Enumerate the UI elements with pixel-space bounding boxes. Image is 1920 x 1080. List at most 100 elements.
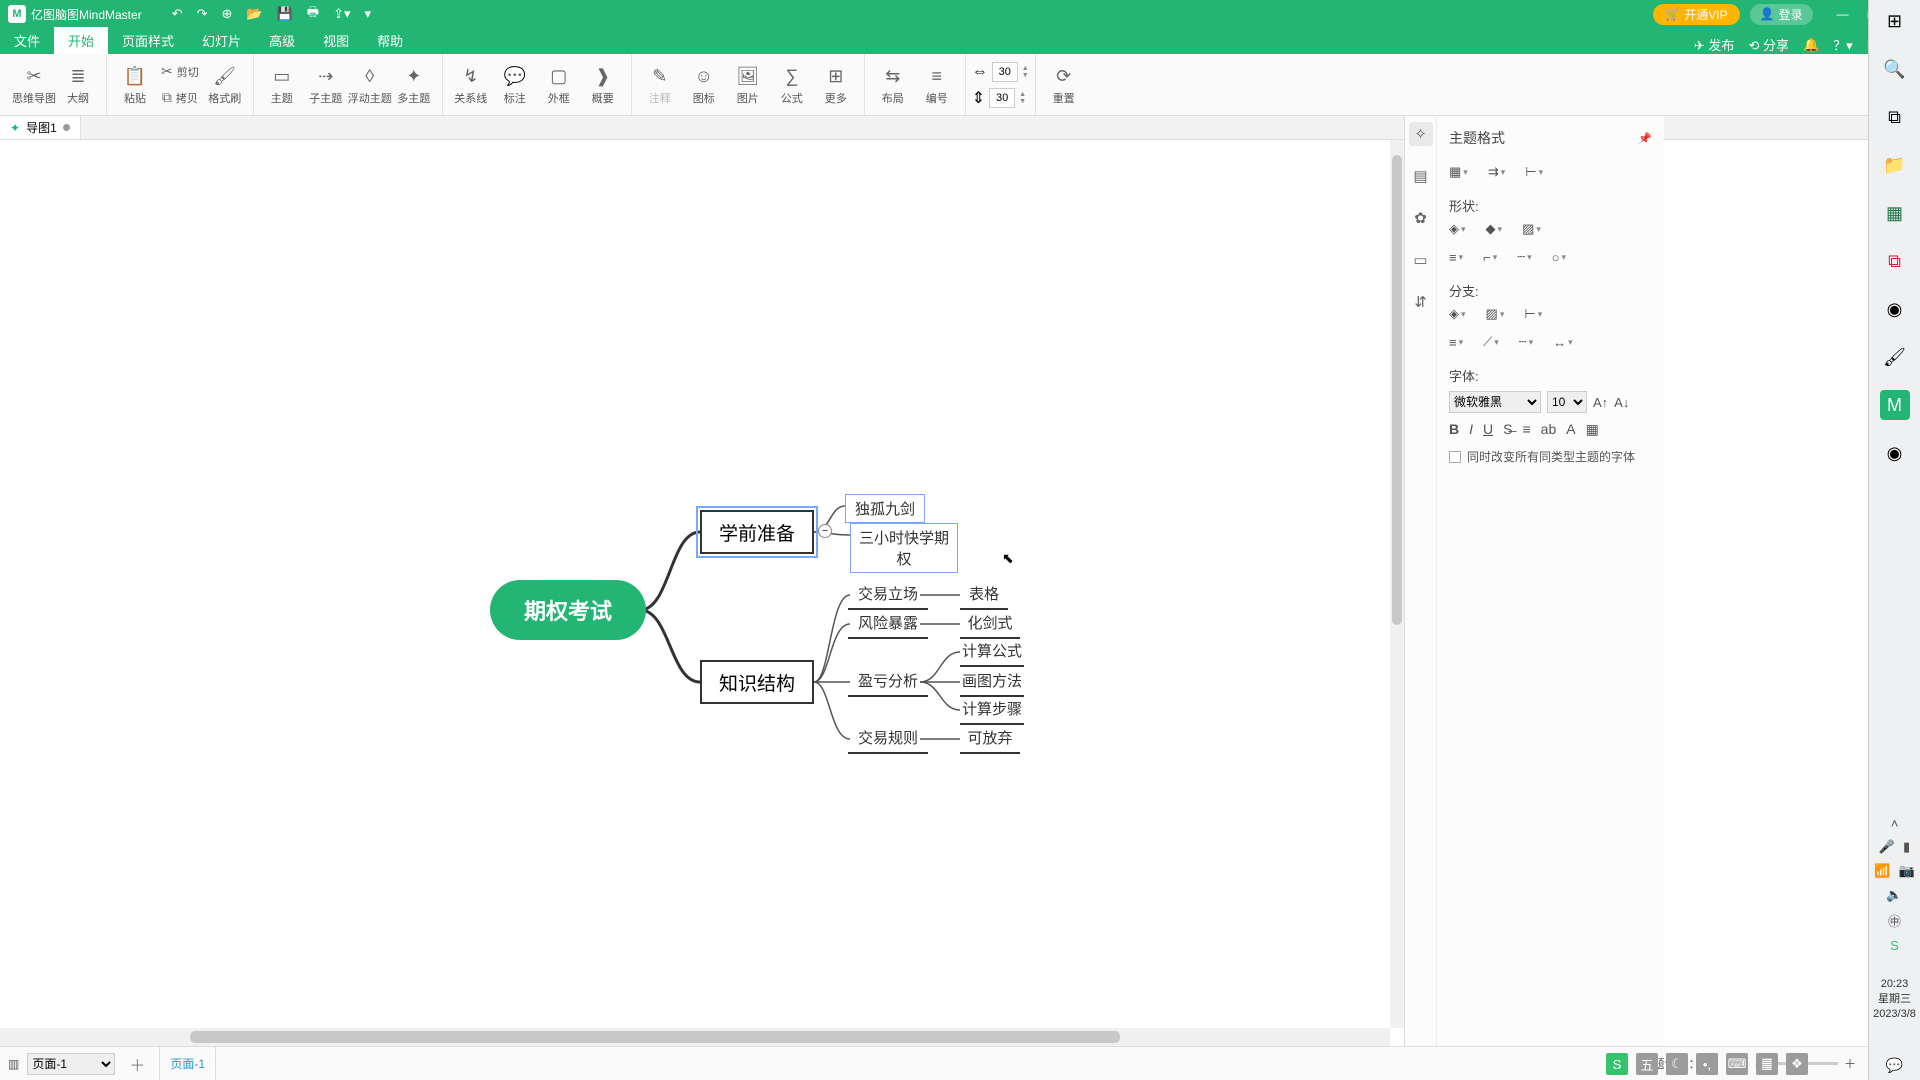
undo-icon[interactable]: ↶: [172, 6, 183, 22]
branch-weight-button[interactable]: ≡▾: [1449, 335, 1463, 350]
open-icon[interactable]: 📂: [246, 6, 262, 22]
font-more-button[interactable]: ▦: [1586, 421, 1599, 438]
cut-button[interactable]: ✂剪切: [157, 59, 203, 85]
node-huajian[interactable]: 化剑式: [960, 612, 1020, 639]
dist-button[interactable]: ⊢▾: [1525, 164, 1543, 180]
vtab-theme-icon[interactable]: ✿: [1409, 206, 1433, 230]
search-icon[interactable]: 🔍: [1880, 54, 1910, 84]
wifi-icon[interactable]: 📶: [1874, 863, 1890, 879]
node-rules[interactable]: 交易规则: [848, 727, 928, 754]
obs-icon[interactable]: ◉: [1880, 438, 1910, 468]
structure-button[interactable]: ⇉▾: [1488, 164, 1505, 180]
vtab-style-icon[interactable]: ✧: [1409, 122, 1433, 146]
branch-curve-button[interactable]: ⟋▾: [1483, 334, 1499, 350]
publish-button[interactable]: ✈ 发布: [1694, 35, 1735, 54]
save-icon[interactable]: 💾: [277, 6, 293, 22]
highlight-button[interactable]: ab: [1541, 421, 1557, 438]
note-button[interactable]: ✎注释: [638, 57, 682, 113]
multi-topic-button[interactable]: ✦多主题: [392, 57, 436, 113]
seewo-icon[interactable]: S: [1890, 938, 1899, 953]
callout-button[interactable]: 💬标注: [493, 57, 537, 113]
ime-moon-icon[interactable]: ☾: [1666, 1053, 1688, 1075]
page-list-icon[interactable]: ▥: [8, 1057, 19, 1071]
collapse-toggle-icon[interactable]: −: [818, 524, 832, 538]
layout-preset-button[interactable]: ▦▾: [1449, 164, 1468, 180]
line-weight-button[interactable]: ≡▾: [1449, 250, 1463, 265]
pdf-icon[interactable]: ⧉: [1880, 246, 1910, 276]
mindmaster-icon[interactable]: M: [1880, 390, 1910, 420]
pin-icon[interactable]: 📌: [1638, 132, 1652, 145]
node-steps[interactable]: 计算步骤: [960, 698, 1024, 725]
node-dugu[interactable]: 独孤九剑: [845, 494, 925, 523]
zoom-in-icon[interactable]: ＋: [1844, 1055, 1856, 1072]
tab-file[interactable]: 文件: [0, 27, 54, 54]
cam-icon[interactable]: 📷: [1899, 863, 1915, 879]
mic-icon[interactable]: 🎤: [1879, 839, 1895, 855]
win-start-icon[interactable]: ⊞: [1880, 6, 1910, 36]
round-button[interactable]: ○▾: [1552, 250, 1566, 265]
ime-gear-icon[interactable]: ❖: [1786, 1053, 1808, 1075]
ime-punct-icon[interactable]: •,: [1696, 1053, 1718, 1075]
paste-button[interactable]: 📋粘贴: [113, 57, 157, 113]
image-button[interactable]: 🖼图片: [726, 57, 770, 113]
page-selector[interactable]: 页面-1: [27, 1053, 115, 1075]
ime-wu-icon[interactable]: 五: [1636, 1053, 1658, 1075]
bell-icon[interactable]: 🔔: [1803, 37, 1819, 53]
shadow-button[interactable]: ◆▾: [1486, 221, 1503, 237]
taskbar-clock[interactable]: 20:23 星期三 2023/3/8: [1873, 971, 1916, 1032]
node-prep[interactable]: 学前准备: [700, 510, 814, 554]
font-shrink-button[interactable]: A↓: [1614, 395, 1629, 410]
align-button[interactable]: ≡: [1522, 421, 1530, 438]
chrome-icon[interactable]: ◉: [1880, 294, 1910, 324]
width-spinner[interactable]: ▲▼: [1022, 65, 1029, 79]
format-painter-button[interactable]: 🖌格式刷: [203, 57, 247, 113]
subtopic-button[interactable]: ⇢子主题: [304, 57, 348, 113]
canvas-hscroll[interactable]: [0, 1028, 1390, 1046]
boundary-button[interactable]: ▢外框: [537, 57, 581, 113]
node-giveup[interactable]: 可放弃: [960, 727, 1020, 754]
reset-button[interactable]: ⟳重置: [1042, 57, 1086, 113]
italic-button[interactable]: I: [1469, 421, 1473, 438]
fill-button[interactable]: ◈▾: [1449, 221, 1466, 237]
vtab-page-icon[interactable]: ▤: [1409, 164, 1433, 188]
canvas[interactable]: 期权考试 学前准备 − 知识结构 独孤九剑 三小时快学期权 交易立场 表格 风险…: [0, 140, 1404, 1046]
apply-same-type-checkbox[interactable]: 同时改变所有同类型主题的字体: [1449, 448, 1652, 465]
mindmap-view-button[interactable]: ✂思维导图: [12, 57, 56, 113]
branch-dash-button[interactable]: ┄▾: [1519, 334, 1533, 350]
node-draw[interactable]: 画图方法: [960, 670, 1024, 697]
node-table[interactable]: 表格: [960, 583, 1008, 610]
font-grow-button[interactable]: A↑: [1593, 395, 1608, 410]
dash-button[interactable]: ┄▾: [1517, 249, 1531, 265]
tab-home[interactable]: 开始: [54, 27, 108, 54]
copy-button[interactable]: ⧉拷贝: [157, 85, 203, 111]
node-root[interactable]: 期权考试: [490, 580, 646, 640]
vtab-more-icon[interactable]: ⇵: [1409, 290, 1433, 314]
tab-help[interactable]: 帮助: [363, 27, 417, 54]
canvas-vscroll[interactable]: [1390, 140, 1404, 1028]
layout-button[interactable]: ⇆布局: [871, 57, 915, 113]
outline-view-button[interactable]: ≣大纲: [56, 57, 100, 113]
node-knowledge[interactable]: 知识结构: [700, 660, 814, 704]
underline-button[interactable]: U: [1483, 421, 1493, 438]
tab-page-style[interactable]: 页面样式: [108, 27, 188, 54]
paint-icon[interactable]: 🖌: [1880, 342, 1910, 372]
tab-view[interactable]: 视图: [309, 27, 363, 54]
node-3hours[interactable]: 三小时快学期权: [850, 523, 958, 573]
excel-icon[interactable]: ▦: [1880, 198, 1910, 228]
ime-bar[interactable]: S 五 ☾ •, ⌨ ䷀ ❖: [1606, 1050, 1808, 1078]
export-icon[interactable]: ⇪▾: [333, 6, 350, 22]
ime-dict-icon[interactable]: ䷀: [1756, 1053, 1778, 1075]
node-pnl[interactable]: 盈亏分析: [848, 670, 928, 697]
shape-style-button[interactable]: ▨▾: [1522, 221, 1541, 237]
print-icon[interactable]: 🖶: [307, 3, 319, 25]
branch-style-button[interactable]: ▨▾: [1486, 306, 1505, 322]
branch-conn-button[interactable]: ⊢▾: [1524, 306, 1542, 322]
branch-fill-button[interactable]: ◈▾: [1449, 306, 1466, 322]
vtab-outline-icon[interactable]: ▭: [1409, 248, 1433, 272]
icon-button[interactable]: ☺图标: [682, 57, 726, 113]
height-spinner[interactable]: ▲▼: [1019, 91, 1026, 105]
login-button[interactable]: 👤登录: [1750, 4, 1813, 25]
tab-advanced[interactable]: 高级: [255, 27, 309, 54]
font-size-select[interactable]: 10: [1547, 391, 1587, 413]
qat-more-icon[interactable]: ▾: [364, 6, 371, 22]
